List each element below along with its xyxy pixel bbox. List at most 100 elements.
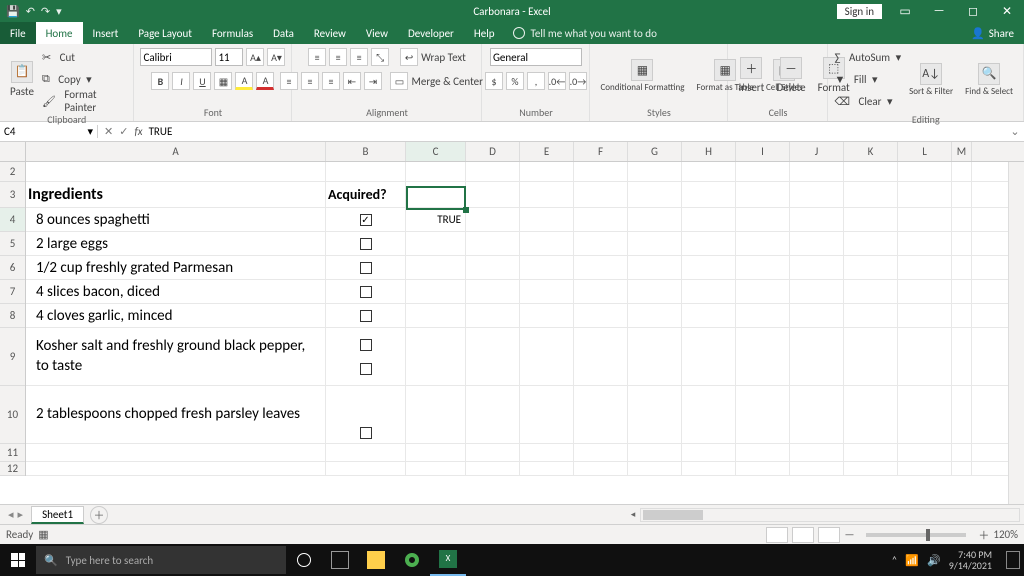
cell-K4[interactable] — [844, 208, 898, 231]
row-header-3[interactable]: 3 — [0, 182, 25, 208]
row-header-5[interactable]: 5 — [0, 232, 25, 256]
wrap-text-button[interactable]: Wrap Text — [421, 51, 466, 64]
col-header-B[interactable]: B — [326, 142, 406, 161]
tab-page-layout[interactable]: Page Layout — [128, 22, 202, 44]
col-header-J[interactable]: J — [790, 142, 844, 161]
cell-M10[interactable] — [952, 386, 972, 443]
cell-I11[interactable] — [736, 444, 790, 461]
new-sheet-button[interactable]: ＋ — [90, 506, 108, 524]
ribbon-display-options-icon[interactable]: ▭ — [888, 0, 922, 22]
cell-M3[interactable] — [952, 182, 972, 207]
hscroll-left-icon[interactable]: ◂ — [627, 509, 639, 521]
share-button[interactable]: 👤 Share — [971, 27, 1024, 40]
col-header-I[interactable]: I — [736, 142, 790, 161]
row-header-6[interactable]: 6 — [0, 256, 25, 280]
cell-H8[interactable] — [682, 304, 736, 327]
checkbox-acquired-4[interactable] — [360, 214, 372, 226]
cell-D4[interactable] — [466, 208, 520, 231]
font-name-input[interactable] — [140, 48, 212, 66]
cell-F5[interactable] — [574, 232, 628, 255]
cell-H12[interactable] — [682, 462, 736, 475]
cell-F9[interactable] — [574, 328, 628, 385]
cell-L5[interactable] — [898, 232, 952, 255]
save-icon[interactable]: 💾 — [6, 5, 20, 18]
cell-F8[interactable] — [574, 304, 628, 327]
sort-filter-button[interactable]: A↓Sort & Filter — [905, 61, 957, 98]
cell-J11[interactable] — [790, 444, 844, 461]
cell-C5[interactable] — [406, 232, 466, 255]
cell-M8[interactable] — [952, 304, 972, 327]
expand-formula-bar-icon[interactable]: ⌄ — [1006, 125, 1024, 138]
taskbar-clock[interactable]: 7:40 PM 9/14/2021 — [949, 549, 998, 571]
cell-D5[interactable] — [466, 232, 520, 255]
merge-center-button[interactable]: Merge & Center — [411, 75, 483, 88]
notifications-icon[interactable] — [1006, 551, 1020, 569]
system-tray[interactable]: ˄ 📶 🔊 7:40 PM 9/14/2021 — [891, 549, 1024, 571]
volume-icon[interactable]: 🔊 — [927, 554, 941, 567]
minimize-icon[interactable]: — — [922, 0, 956, 22]
col-header-E[interactable]: E — [520, 142, 574, 161]
cell-H5[interactable] — [682, 232, 736, 255]
clear-button[interactable]: ⌫ Clear ▾ — [834, 91, 901, 111]
cell-G4[interactable] — [628, 208, 682, 231]
cell-J9[interactable] — [790, 328, 844, 385]
cell-M9[interactable] — [952, 328, 972, 385]
cell-I5[interactable] — [736, 232, 790, 255]
cell-C10[interactable] — [406, 386, 466, 443]
cell-M11[interactable] — [952, 444, 972, 461]
cell-B2[interactable] — [326, 162, 406, 181]
cell-J12[interactable] — [790, 462, 844, 475]
underline-button[interactable]: U — [193, 72, 211, 90]
decrease-decimal-icon[interactable]: .0→ — [569, 72, 587, 90]
cell-A9[interactable]: Kosher salt and freshly ground black pep… — [26, 328, 326, 385]
task-view-icon[interactable] — [322, 544, 358, 576]
cell-E8[interactable] — [520, 304, 574, 327]
cell-C12[interactable] — [406, 462, 466, 475]
fill-color-button[interactable]: A — [235, 72, 253, 90]
cell-F11[interactable] — [574, 444, 628, 461]
cell-L11[interactable] — [898, 444, 952, 461]
cell-D7[interactable] — [466, 280, 520, 303]
col-header-G[interactable]: G — [628, 142, 682, 161]
cell-J3[interactable] — [790, 182, 844, 207]
enter-formula-icon[interactable]: ✓ — [119, 125, 128, 138]
cell-L3[interactable] — [898, 182, 952, 207]
zoom-slider[interactable] — [866, 533, 966, 537]
cell-F6[interactable] — [574, 256, 628, 279]
insert-cells-button[interactable]: ＋Insert — [734, 55, 768, 96]
page-break-view-button[interactable] — [818, 527, 840, 543]
cell-I10[interactable] — [736, 386, 790, 443]
cell-C11[interactable] — [406, 444, 466, 461]
cell-L2[interactable] — [898, 162, 952, 181]
tab-review[interactable]: Review — [304, 22, 356, 44]
cell-B11[interactable] — [326, 444, 406, 461]
cell-G10[interactable] — [628, 386, 682, 443]
cell-I4[interactable] — [736, 208, 790, 231]
zoom-out-button[interactable]: — — [844, 528, 854, 541]
cell-F2[interactable] — [574, 162, 628, 181]
worksheet-grid[interactable]: 23456789101112 ABCDEFGHIJKLM Ingredients… — [0, 142, 1024, 504]
cell-H2[interactable] — [682, 162, 736, 181]
percent-format-icon[interactable]: % — [506, 72, 524, 90]
delete-cells-button[interactable]: －Delete — [772, 55, 809, 96]
row-header-12[interactable]: 12 — [0, 462, 25, 476]
checkbox-acquired-8[interactable] — [360, 310, 372, 322]
cell-B4[interactable] — [326, 208, 406, 231]
cell-I3[interactable] — [736, 182, 790, 207]
cell-B6[interactable] — [326, 256, 406, 279]
tab-insert[interactable]: Insert — [83, 22, 129, 44]
cell-J2[interactable] — [790, 162, 844, 181]
cell-K6[interactable] — [844, 256, 898, 279]
cell-K8[interactable] — [844, 304, 898, 327]
cell-M7[interactable] — [952, 280, 972, 303]
bold-button[interactable]: B — [151, 72, 169, 90]
cell-B7[interactable] — [326, 280, 406, 303]
orientation-icon[interactable]: ⤡ — [371, 48, 389, 66]
normal-view-button[interactable] — [766, 527, 788, 543]
cell-C9[interactable] — [406, 328, 466, 385]
cell-M6[interactable] — [952, 256, 972, 279]
sheet-nav-next-icon[interactable]: ▸ — [18, 508, 24, 521]
cell-K11[interactable] — [844, 444, 898, 461]
sheet-nav-prev-icon[interactable]: ◂ — [8, 508, 14, 521]
font-color-button[interactable]: A — [256, 72, 274, 90]
